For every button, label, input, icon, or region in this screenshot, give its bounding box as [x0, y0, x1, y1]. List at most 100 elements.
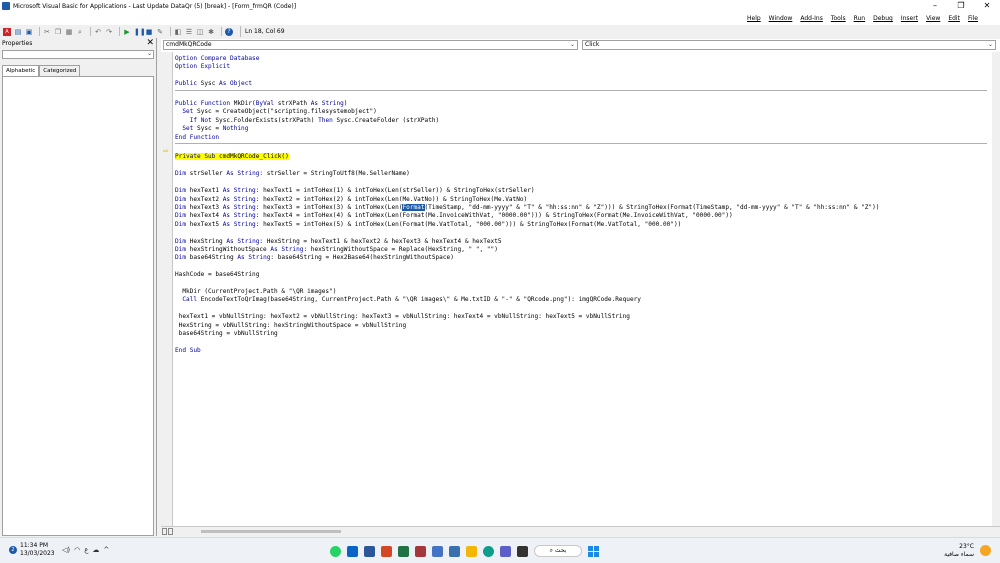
code-line[interactable]: hexText1 = vbNullString: hexText2 = vbNu… [175, 313, 987, 321]
onedrive-icon[interactable]: ☁ [92, 546, 99, 554]
procedure-combo[interactable]: Click ⌄ [582, 40, 996, 50]
code-line[interactable] [175, 280, 987, 288]
code-line[interactable]: Dim HexString As String: HexString = hex… [175, 238, 987, 246]
calculator-icon[interactable] [432, 545, 443, 557]
code-line[interactable]: HexString = vbNullString: hexStringWitho… [175, 322, 987, 330]
terminal-icon[interactable] [517, 545, 528, 557]
code-line[interactable]: Option Compare Database [175, 55, 987, 63]
help-icon[interactable]: ? [225, 27, 233, 36]
close-button[interactable]: ✕ [974, 0, 1000, 12]
access-icon[interactable] [415, 545, 426, 557]
redo-icon[interactable]: ↷ [105, 28, 113, 36]
excel-icon[interactable] [398, 545, 409, 557]
code-line[interactable] [175, 338, 987, 346]
taskbar-search[interactable]: بحث ⌕ [534, 545, 582, 557]
teams-icon[interactable] [500, 545, 511, 557]
paste-icon[interactable]: ▦ [65, 28, 73, 36]
save-icon[interactable]: ▣ [25, 28, 33, 36]
word-icon[interactable] [364, 545, 375, 557]
code-line[interactable]: Dim base64String As String: base64String… [175, 254, 987, 262]
code-line[interactable]: End Sub [175, 347, 987, 355]
menu-add-ins[interactable]: Add-Ins [796, 12, 826, 25]
code-line[interactable]: Dim hexText1 As String: hexText1 = intTo… [175, 187, 987, 195]
code-line[interactable]: Private Sub cmdMkQRCode_Click() [175, 153, 987, 161]
code-line[interactable]: Call EncodeTextToQrImag(base64String, Cu… [175, 296, 987, 304]
code-line[interactable]: Dim hexText2 As String: hexText2 = intTo… [175, 196, 987, 204]
code-line[interactable]: MkDir (CurrentProject.Path & "\QR images… [175, 288, 987, 296]
volume-icon[interactable]: ◁) [62, 546, 70, 554]
code-line[interactable]: HashCode = base64String [175, 271, 987, 279]
properties-object-select[interactable]: ⌄ [2, 50, 154, 59]
code-margin[interactable]: ⇨ [161, 52, 173, 536]
menu-run[interactable]: Run [850, 12, 870, 25]
horizontal-scrollbar[interactable] [161, 526, 1000, 536]
tab-categorized[interactable]: Categorized [39, 65, 81, 76]
full-module-view-button[interactable] [168, 528, 173, 535]
menu-tools[interactable]: Tools [827, 12, 850, 25]
tab-alphabetic[interactable]: Alphabetic [2, 65, 40, 76]
weather-widget[interactable]: 23°C سماء صافية [944, 543, 974, 559]
menu-window[interactable]: Window [765, 12, 797, 25]
design-mode-icon[interactable]: ✎ [156, 28, 164, 36]
cut-icon[interactable]: ✂ [43, 28, 51, 36]
outlook-icon[interactable] [347, 545, 358, 557]
code-line[interactable] [175, 179, 987, 187]
menu-help[interactable]: Help [743, 12, 765, 25]
code-line[interactable]: Public Function MkDir(ByVal strXPath As … [175, 100, 987, 108]
edge-icon[interactable] [483, 545, 494, 557]
windows-start-icon[interactable] [588, 545, 599, 557]
reset-icon[interactable]: ■ [145, 28, 153, 36]
minimize-button[interactable]: – [922, 0, 948, 12]
code-line[interactable] [175, 72, 987, 80]
code-line[interactable] [175, 92, 987, 100]
vertical-scrollbar[interactable] [992, 52, 1000, 526]
code-line[interactable]: Dim hexStringWithoutSpace As String: hex… [175, 246, 987, 254]
code-line[interactable]: If Not Sysc.FolderExists(strXPath) Then … [175, 117, 987, 125]
toolbox-icon[interactable]: ✱ [207, 28, 215, 36]
code-line[interactable]: End Function [175, 134, 987, 142]
code-line[interactable]: Dim strSeller As String: strSeller = Str… [175, 170, 987, 178]
menu-insert[interactable]: Insert [897, 12, 922, 25]
break-icon[interactable]: ❚❚ [134, 28, 146, 36]
code-line[interactable] [175, 229, 987, 237]
code-line[interactable] [175, 162, 987, 170]
insert-module-icon[interactable]: ▤ [14, 28, 22, 36]
code-line[interactable]: Option Explicit [175, 63, 987, 71]
access-view-icon[interactable]: A [3, 27, 11, 36]
language-indicator[interactable]: ع [84, 546, 88, 554]
clock[interactable]: 11:34 PM 13/03/2023 [20, 542, 55, 558]
object-combo[interactable]: cmdMkQRCode ⌄ [163, 40, 578, 50]
menu-edit[interactable]: Edit [944, 12, 964, 25]
code-line[interactable]: Dim hexText4 As String: hexText4 = intTo… [175, 212, 987, 220]
properties-grid[interactable] [2, 76, 154, 536]
undo-icon[interactable]: ↶ [94, 28, 102, 36]
powerpoint-icon[interactable] [381, 545, 392, 557]
procedure-view-button[interactable] [162, 528, 167, 535]
find-icon[interactable]: ⌕ [76, 28, 84, 36]
copy-icon[interactable]: ❐ [54, 28, 62, 36]
code-line[interactable]: base64String = vbNullString [175, 330, 987, 338]
code-line[interactable]: Dim hexText3 As String: hexText3 = intTo… [175, 203, 987, 212]
code-line[interactable] [175, 263, 987, 271]
menu-file[interactable]: File [964, 12, 982, 25]
properties-close-icon[interactable]: ✕ [146, 39, 154, 48]
chevron-up-icon[interactable]: ^ [103, 546, 109, 554]
maximize-button[interactable]: ❐ [948, 0, 974, 12]
wifi-icon[interactable]: ◠ [74, 546, 80, 554]
code-line[interactable]: Dim hexText5 As String: hexText5 = intTo… [175, 221, 987, 229]
code-line[interactable]: Public Sysc As Object [175, 80, 987, 88]
code-line[interactable] [175, 305, 987, 313]
whatsapp-icon[interactable] [330, 545, 341, 557]
code-line[interactable] [175, 145, 987, 153]
project-explorer-icon[interactable]: ◧ [174, 28, 182, 36]
menu-view[interactable]: View [922, 12, 944, 25]
file-explorer-icon[interactable] [466, 545, 477, 557]
properties-window-icon[interactable]: ☰ [185, 28, 193, 36]
code-line[interactable]: Set Sysc = Nothing [175, 125, 987, 133]
notification-icon[interactable]: 2 [9, 546, 17, 554]
object-browser-icon[interactable]: ◫ [196, 28, 204, 36]
run-icon[interactable]: ▶ [123, 28, 131, 36]
code-editor[interactable]: Option Compare Database Option Explicit P… [175, 55, 987, 523]
app-icon[interactable] [449, 545, 460, 557]
menu-debug[interactable]: Debug [869, 12, 897, 25]
